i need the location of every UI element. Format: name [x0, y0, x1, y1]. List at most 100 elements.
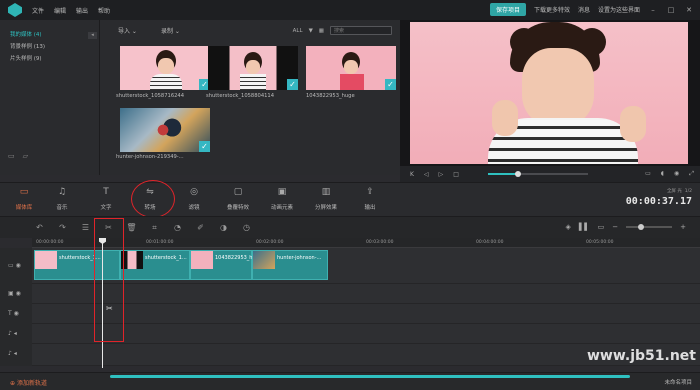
fullscreen-icon[interactable]: ⤢ — [689, 170, 694, 178]
text-track-header: T ◉ — [0, 304, 32, 324]
timecode-labels: 全屏 光 1/2 — [666, 189, 692, 194]
timeline-scrollbar[interactable] — [110, 375, 630, 378]
ruler-tick: 00:02:00:00 — [256, 240, 284, 245]
slider-knob[interactable] — [515, 171, 521, 177]
thumbnail-image — [120, 108, 210, 152]
snapshot-icon[interactable]: ◉ — [674, 170, 679, 178]
media-name: shutterstock_1058716244 — [116, 93, 185, 99]
timeline-clip[interactable]: shutterstock_1... — [120, 250, 190, 280]
media-thumbnail[interactable]: ✓ — [306, 46, 396, 90]
text-track-icon: T — [8, 310, 12, 317]
folder-icon[interactable]: ▱ — [23, 152, 28, 160]
video-track[interactable]: shutterstock_1... shutterstock_1... 1043… — [32, 248, 700, 284]
visibility-icon[interactable]: ◉ — [16, 290, 21, 297]
timeline-ruler[interactable]: 00:00:00:00 00:01:00:00 00:02:00:00 00:0… — [32, 238, 700, 248]
text-track[interactable] — [32, 304, 700, 324]
visibility-icon[interactable]: ◉ — [16, 262, 21, 269]
audio-mixer-icon[interactable]: ◑ — [218, 223, 229, 232]
preview-panel — [400, 20, 700, 166]
default-layout-link[interactable]: 设置为这些界面 — [598, 5, 640, 14]
duration-icon[interactable]: ◷ — [241, 223, 252, 232]
new-folder-icon[interactable]: ▭ — [8, 152, 15, 160]
adjust-icon[interactable]: ☰ — [80, 223, 91, 232]
color-icon[interactable]: ✐ — [195, 223, 206, 232]
collapse-sidebar-icon[interactable]: ◂ — [88, 32, 97, 39]
overlay-icon: ▢ — [233, 187, 243, 197]
filter-all[interactable]: ALL — [293, 28, 303, 34]
category-text[interactable]: T 文字 — [86, 187, 126, 211]
folder-icon: ▭ — [19, 187, 29, 197]
elements-icon: ▣ — [277, 187, 287, 197]
selected-check-icon: ✓ — [199, 141, 210, 152]
undo-icon[interactable]: ↶ — [34, 223, 45, 232]
music-icon: ♪ — [8, 330, 12, 337]
video-track-header: ▭ ◉ — [0, 248, 32, 284]
stop-icon[interactable]: □ — [453, 171, 459, 178]
project-name: 未命名项目 — [664, 380, 692, 386]
timeline-clip[interactable]: hunter-johnson-... — [252, 250, 328, 280]
text-icon: T — [103, 187, 109, 197]
play-icon[interactable]: ▷ — [439, 171, 444, 178]
category-toolbar: ▭ 媒体库 ♫ 音乐 T 文字 ⇋ 转场 ◎ 滤镜 ▢ 叠覆特效 ▣ 动画元素 … — [0, 182, 700, 216]
prev-frame-icon[interactable]: K — [410, 171, 414, 178]
monitor-icon[interactable]: ▭ — [645, 170, 651, 178]
visibility-icon[interactable]: ◉ — [14, 310, 19, 317]
category-music[interactable]: ♫ 音乐 — [42, 187, 82, 211]
save-project-button[interactable]: 保存项目 — [489, 3, 526, 16]
zoom-out-icon[interactable]: − — [612, 223, 618, 231]
filter-icon[interactable]: ▼ — [309, 28, 313, 34]
close-icon[interactable]: ✕ — [684, 5, 694, 15]
menu-file[interactable]: 文件 — [32, 6, 44, 15]
messages-link[interactable]: 消息 — [578, 5, 590, 14]
search-input[interactable]: 搜索 — [330, 26, 392, 35]
speaker-icon[interactable]: ◂ — [14, 350, 17, 357]
category-overlays[interactable]: ▢ 叠覆特效 — [218, 187, 258, 211]
download-effects-link[interactable]: 下载更多特效 — [534, 5, 570, 14]
library-toolbar: 导入 ⌄ 录制 ⌄ ALL ▼ ▦ 搜索 — [100, 20, 400, 40]
preview-controls: K ◁ ▷ □ ▭ ◖ ◉ ⤢ — [400, 166, 700, 182]
maximize-icon[interactable]: □ — [666, 5, 676, 15]
annotation-circle — [131, 180, 175, 218]
preview-progress-slider[interactable] — [488, 171, 588, 177]
zoom-in-icon[interactable]: + — [680, 223, 686, 231]
sidebar-item-backgrounds[interactable]: 背景样例 (13) — [0, 40, 99, 52]
category-export[interactable]: ⇪ 输出 — [350, 187, 390, 211]
audio-wave-icon[interactable]: ▌▌ — [579, 223, 590, 231]
add-track-button[interactable]: ⊕ 添加新轨道 — [10, 378, 47, 387]
fit-icon[interactable]: ▭ — [598, 223, 605, 231]
video-track-icon: ▭ — [8, 262, 14, 269]
minimize-icon[interactable]: – — [648, 5, 658, 15]
library-bottom-icons: ▭ ▱ — [8, 152, 28, 160]
category-elements[interactable]: ▣ 动画元素 — [262, 187, 302, 211]
music-icon: ♪ — [8, 350, 12, 357]
render-icon[interactable]: ◈ — [565, 223, 570, 231]
media-thumbnail[interactable]: ✓ — [120, 46, 210, 90]
category-media[interactable]: ▭ 媒体库 — [4, 187, 44, 211]
menu-export[interactable]: 输出 — [76, 6, 88, 15]
import-dropdown[interactable]: 导入 ⌄ — [118, 26, 137, 35]
sidebar-item-intros[interactable]: 片头样例 (9) — [0, 52, 99, 64]
step-back-icon[interactable]: ◁ — [424, 171, 429, 178]
menu-help[interactable]: 帮助 — [98, 6, 110, 15]
grid-view-icon[interactable]: ▦ — [319, 28, 324, 34]
delete-icon[interactable]: 🗑 — [126, 223, 137, 232]
annotation-rectangle — [94, 218, 124, 342]
speaker-icon[interactable]: ◂ — [14, 330, 17, 337]
speed-icon[interactable]: ◔ — [172, 223, 183, 232]
category-splitscreen[interactable]: ▥ 分屏效果 — [306, 187, 346, 211]
volume-icon[interactable]: ◖ — [661, 170, 664, 178]
media-thumbnail[interactable]: ✓ — [120, 108, 210, 152]
redo-icon[interactable]: ↷ — [57, 223, 68, 232]
music-icon: ♫ — [57, 187, 67, 197]
timeline-clip[interactable]: 1043822953_h... — [190, 250, 257, 280]
sidebar-item-my-media[interactable]: 我的媒体 (4) — [0, 28, 99, 40]
menu-edit[interactable]: 编辑 — [54, 6, 66, 15]
ruler-tick: 00:03:00:00 — [366, 240, 394, 245]
record-dropdown[interactable]: 录制 ⌄ — [161, 26, 180, 35]
crop-icon[interactable]: ⌗ — [149, 223, 160, 233]
category-filters[interactable]: ◎ 滤镜 — [174, 187, 214, 211]
overlay-track[interactable] — [32, 284, 700, 304]
media-thumbnail[interactable]: ✓ — [208, 46, 298, 90]
audio-track[interactable] — [32, 324, 700, 344]
zoom-slider[interactable] — [626, 224, 673, 230]
